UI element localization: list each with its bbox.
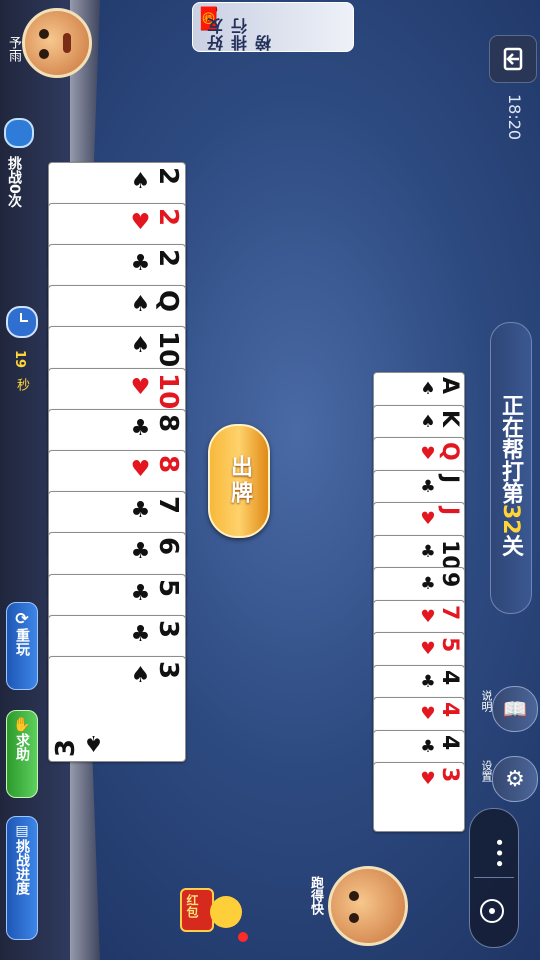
card-rank: 2 <box>153 249 183 268</box>
player-hand-card[interactable]: 3 ♠ 3 ♠ <box>48 656 186 762</box>
card-rank: 2 <box>153 207 183 226</box>
card-suit-icon: ♠ <box>418 411 438 432</box>
card-suit-icon: ♣ <box>128 498 153 524</box>
card-rank: 10 <box>153 331 183 368</box>
card-suit-icon: ♣ <box>128 539 153 565</box>
card-rank: K <box>437 409 462 427</box>
card-suit-icon: ♥ <box>418 606 438 627</box>
mini-program-capsule: ••• <box>469 808 519 948</box>
play-cards-button[interactable]: 出牌 <box>208 424 270 538</box>
leaderboard-label: 好友排行榜 <box>207 17 274 51</box>
card-rank: 6 <box>153 537 183 556</box>
timer-unit: 秒 <box>14 378 29 391</box>
card-rank: 10 <box>153 372 183 409</box>
card-rank: 4 <box>437 702 462 718</box>
card-rank: 2 <box>153 166 183 185</box>
settings-label: 设置 <box>480 760 493 782</box>
card-rank: 5 <box>437 637 462 653</box>
card-rank-corner: 3 <box>51 738 81 757</box>
card-rank: 3 <box>437 767 462 783</box>
opponent-name: 跑得快 <box>308 876 323 915</box>
card-suit-icon: ♥ <box>418 769 438 789</box>
challenge-count-label: 挑战0次 <box>6 156 22 208</box>
close-mini-program-button[interactable] <box>480 899 504 923</box>
card-rank: Q <box>437 442 462 461</box>
card-suit-icon: ♥ <box>128 457 153 482</box>
progress-icon: ▤ <box>15 823 29 839</box>
handshake-icon: ✋ <box>13 717 31 733</box>
red-packet-button[interactable]: 红包 <box>172 884 248 944</box>
card-suit-icon: ♥ <box>418 704 438 724</box>
help-button[interactable]: ✋ 求助 <box>6 710 38 798</box>
player-name: 予雨 <box>6 36 21 62</box>
notification-dot <box>238 932 248 942</box>
rules-label: 说明 <box>480 690 493 712</box>
card-rank: 4 <box>437 734 462 750</box>
card-suit-icon: ♠ <box>128 168 153 194</box>
card-rank: 4 <box>437 669 462 685</box>
card-suit-icon: ♣ <box>418 736 438 757</box>
card-suit-icon: ♠ <box>418 379 438 399</box>
card-suit-icon: ♣ <box>418 574 438 594</box>
card-rank: 9 <box>437 572 462 588</box>
card-rank: Q <box>153 290 183 313</box>
level-label: 正在帮打第32关 <box>494 394 526 557</box>
card-suit-icon: ♥ <box>128 209 153 235</box>
leaderboard-button[interactable]: 🧧 好友排行榜 <box>192 2 354 52</box>
replay-button[interactable]: ⟳ 重玩 <box>6 602 38 690</box>
opponent-card: 3 ♥ <box>373 762 465 832</box>
status-time: 18:20 <box>505 94 524 141</box>
challenge-progress-button[interactable]: ▤ 挑战进度 <box>6 816 38 940</box>
card-rank: 8 <box>153 455 183 474</box>
card-suit-icon: ♣ <box>418 476 438 497</box>
card-suit-icon: ♣ <box>128 415 153 441</box>
card-rank: 7 <box>437 604 462 620</box>
opponent-avatar <box>328 866 408 946</box>
card-suit-icon: ♣ <box>418 541 438 562</box>
player-avatar[interactable] <box>22 8 92 78</box>
level-prefix: 正在帮打第 <box>498 394 523 504</box>
card-rank: 3 <box>153 661 183 680</box>
back-button[interactable] <box>489 35 537 83</box>
settings-button[interactable]: ⚙ <box>492 756 538 802</box>
card-suit-icon: ♥ <box>418 509 438 529</box>
card-suit-icon: ♣ <box>418 671 438 692</box>
rules-button[interactable]: 📖 <box>492 686 538 732</box>
card-suit-icon: ♠ <box>128 333 153 359</box>
card-suit-icon: ♥ <box>418 444 438 464</box>
clock-icon <box>6 306 38 338</box>
challenge-count: 挑战0次 <box>4 118 34 258</box>
mascot-icon <box>210 896 242 928</box>
flag-icon <box>4 118 34 148</box>
card-rank: A <box>437 377 462 395</box>
timer-value: 19 <box>12 350 27 369</box>
card-suit-icon: ♣ <box>128 580 153 606</box>
gear-icon: ⚙ <box>505 766 525 792</box>
card-suit-icon: ♠ <box>128 663 153 688</box>
exit-icon <box>503 47 523 71</box>
card-suit-icon: ♥ <box>128 374 153 400</box>
card-suit-icon: ♠ <box>128 292 153 318</box>
card-suit-corner-icon: ♠ <box>81 730 106 755</box>
card-rank: 3 <box>153 619 183 638</box>
level-number: 32 <box>498 504 523 535</box>
card-suit-icon: ♣ <box>128 251 153 276</box>
play-cards-label: 出牌 <box>227 455 252 507</box>
card-rank: 10 <box>437 539 462 571</box>
level-suffix: 关 <box>498 534 523 557</box>
card-suit-icon: ♣ <box>128 621 153 647</box>
card-rank: 8 <box>153 413 183 432</box>
card-suit-icon: ♥ <box>418 639 438 659</box>
card-rank: J <box>437 474 462 483</box>
card-rank: J <box>437 507 462 516</box>
card-rank: 5 <box>153 578 183 597</box>
more-menu-button[interactable]: ••• <box>488 837 509 869</box>
card-rank: 7 <box>153 496 183 515</box>
book-icon: 📖 <box>502 697 528 721</box>
refresh-icon: ⟳ <box>15 609 29 628</box>
red-packet-label: 红包 <box>185 894 199 918</box>
